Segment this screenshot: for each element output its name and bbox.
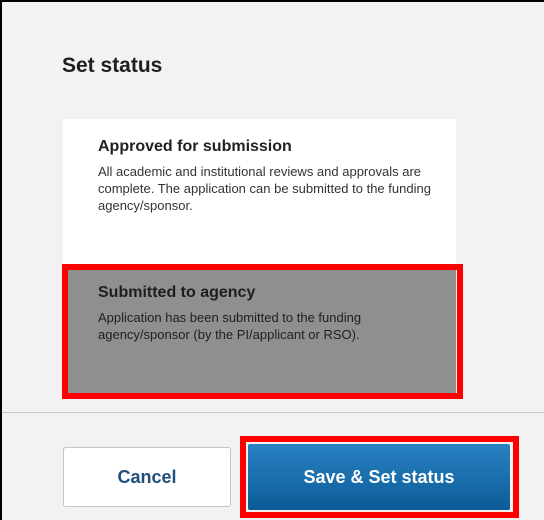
dialog-title: Set status <box>62 54 163 77</box>
cancel-button[interactable]: Cancel <box>63 447 231 507</box>
status-option-title: Submitted to agency <box>98 284 256 301</box>
status-option-approved-for-submission[interactable]: Approved for submission All academic and… <box>63 119 456 264</box>
status-option-submitted-to-agency[interactable]: Submitted to agency Application has been… <box>63 264 456 399</box>
set-status-dialog: Set status Approved for submission All a… <box>0 0 544 520</box>
footer-divider <box>2 412 544 413</box>
status-option-list: Approved for submission All academic and… <box>63 119 456 399</box>
status-option-description: Application has been submitted to the fu… <box>98 310 362 342</box>
save-and-set-status-button[interactable]: Save & Set status <box>248 444 510 510</box>
status-option-title: Approved for submission <box>98 138 292 155</box>
status-option-description: All academic and institutional reviews a… <box>98 164 431 213</box>
